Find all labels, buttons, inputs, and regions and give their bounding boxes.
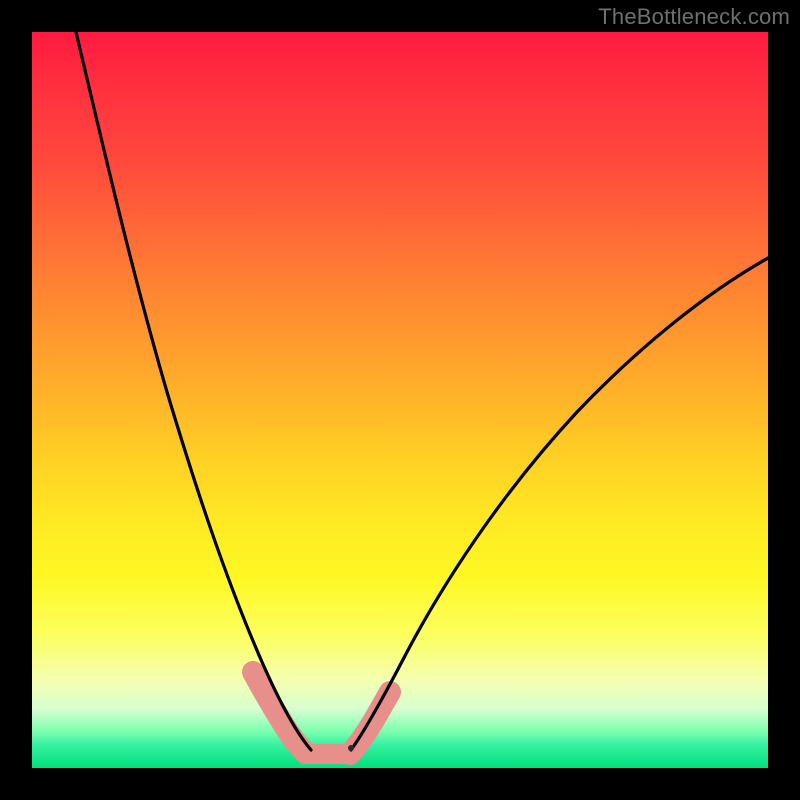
highlight-band: [253, 672, 305, 752]
plot-area: [32, 32, 768, 768]
chart-stage: TheBottleneck.com: [0, 0, 800, 800]
valley-marker: [348, 745, 354, 751]
right-curve: [351, 258, 768, 750]
curve-layer: [32, 32, 768, 768]
left-curve: [76, 32, 311, 750]
watermark-text: TheBottleneck.com: [598, 4, 790, 30]
